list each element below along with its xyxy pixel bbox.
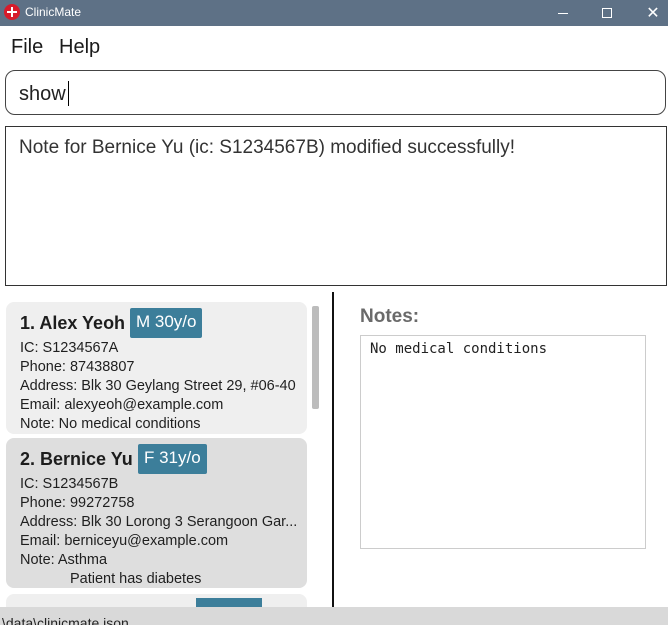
minimize-icon (558, 12, 568, 14)
notes-panel: Notes: No medical conditions (334, 292, 668, 607)
patient-name: 1. Alex Yeoh (20, 313, 126, 333)
command-input-value: show (19, 83, 66, 105)
result-display: Note for Bernice Yu (ic: S1234567B) modi… (5, 126, 667, 286)
patient-address: Address: Blk 30 Lorong 3 Serangoon Gar..… (20, 514, 298, 530)
patient-card-selected[interactable]: 2. Bernice Yu F 31y/o IC: S1234567B Phon… (6, 438, 307, 588)
patient-phone: Phone: 99272758 (20, 495, 135, 511)
window-title: ClinicMate (25, 5, 82, 19)
text-caret (68, 81, 69, 106)
data-file-path: \data\clinicmate.json (2, 615, 129, 625)
list-scrollbar[interactable] (312, 306, 319, 409)
menu-file[interactable]: File (11, 36, 43, 59)
patient-card[interactable]: 1. Alex Yeoh M 30y/o IC: S1234567A Phone… (6, 302, 307, 434)
patient-email: Email: berniceyu@example.com (20, 533, 229, 549)
notes-content: No medical conditions (370, 341, 548, 357)
minimize-button[interactable] (540, 0, 586, 26)
menu-help[interactable]: Help (59, 36, 100, 59)
patient-note: Note: Asthma (20, 552, 108, 568)
close-icon: ✕ (646, 5, 660, 22)
patient-phone: Phone: 87438807 (20, 359, 135, 375)
result-message: Note for Bernice Yu (ic: S1234567B) modi… (19, 137, 516, 158)
patient-ic: IC: S1234567B (20, 476, 119, 492)
command-input[interactable]: show (5, 70, 666, 115)
patient-note: Note: No medical conditions (20, 416, 201, 432)
patient-name: 2. Bernice Yu (20, 449, 133, 469)
gender-age-badge: M 30y/o (130, 308, 203, 338)
menu-bar: File Help (0, 26, 668, 68)
close-button[interactable]: ✕ (630, 0, 668, 26)
status-bar: \data\clinicmate.json (0, 607, 668, 625)
title-bar: ClinicMate ✕ (0, 0, 668, 26)
patient-list[interactable]: 1. Alex Yeoh M 30y/o IC: S1234567A Phone… (0, 292, 333, 607)
gender-age-badge-partial (196, 598, 262, 607)
notes-textarea[interactable]: No medical conditions (360, 335, 646, 549)
maximize-icon (602, 8, 612, 18)
medical-cross-icon (4, 4, 20, 20)
gender-age-badge: F 31y/o (138, 444, 207, 474)
patient-note-line-2: Patient has diabetes (70, 571, 202, 587)
maximize-button[interactable] (584, 0, 630, 26)
patient-ic: IC: S1234567A (20, 340, 119, 356)
patient-address: Address: Blk 30 Geylang Street 29, #06-4… (20, 378, 296, 394)
notes-label: Notes: (360, 306, 420, 327)
patient-email: Email: alexyeoh@example.com (20, 397, 224, 413)
